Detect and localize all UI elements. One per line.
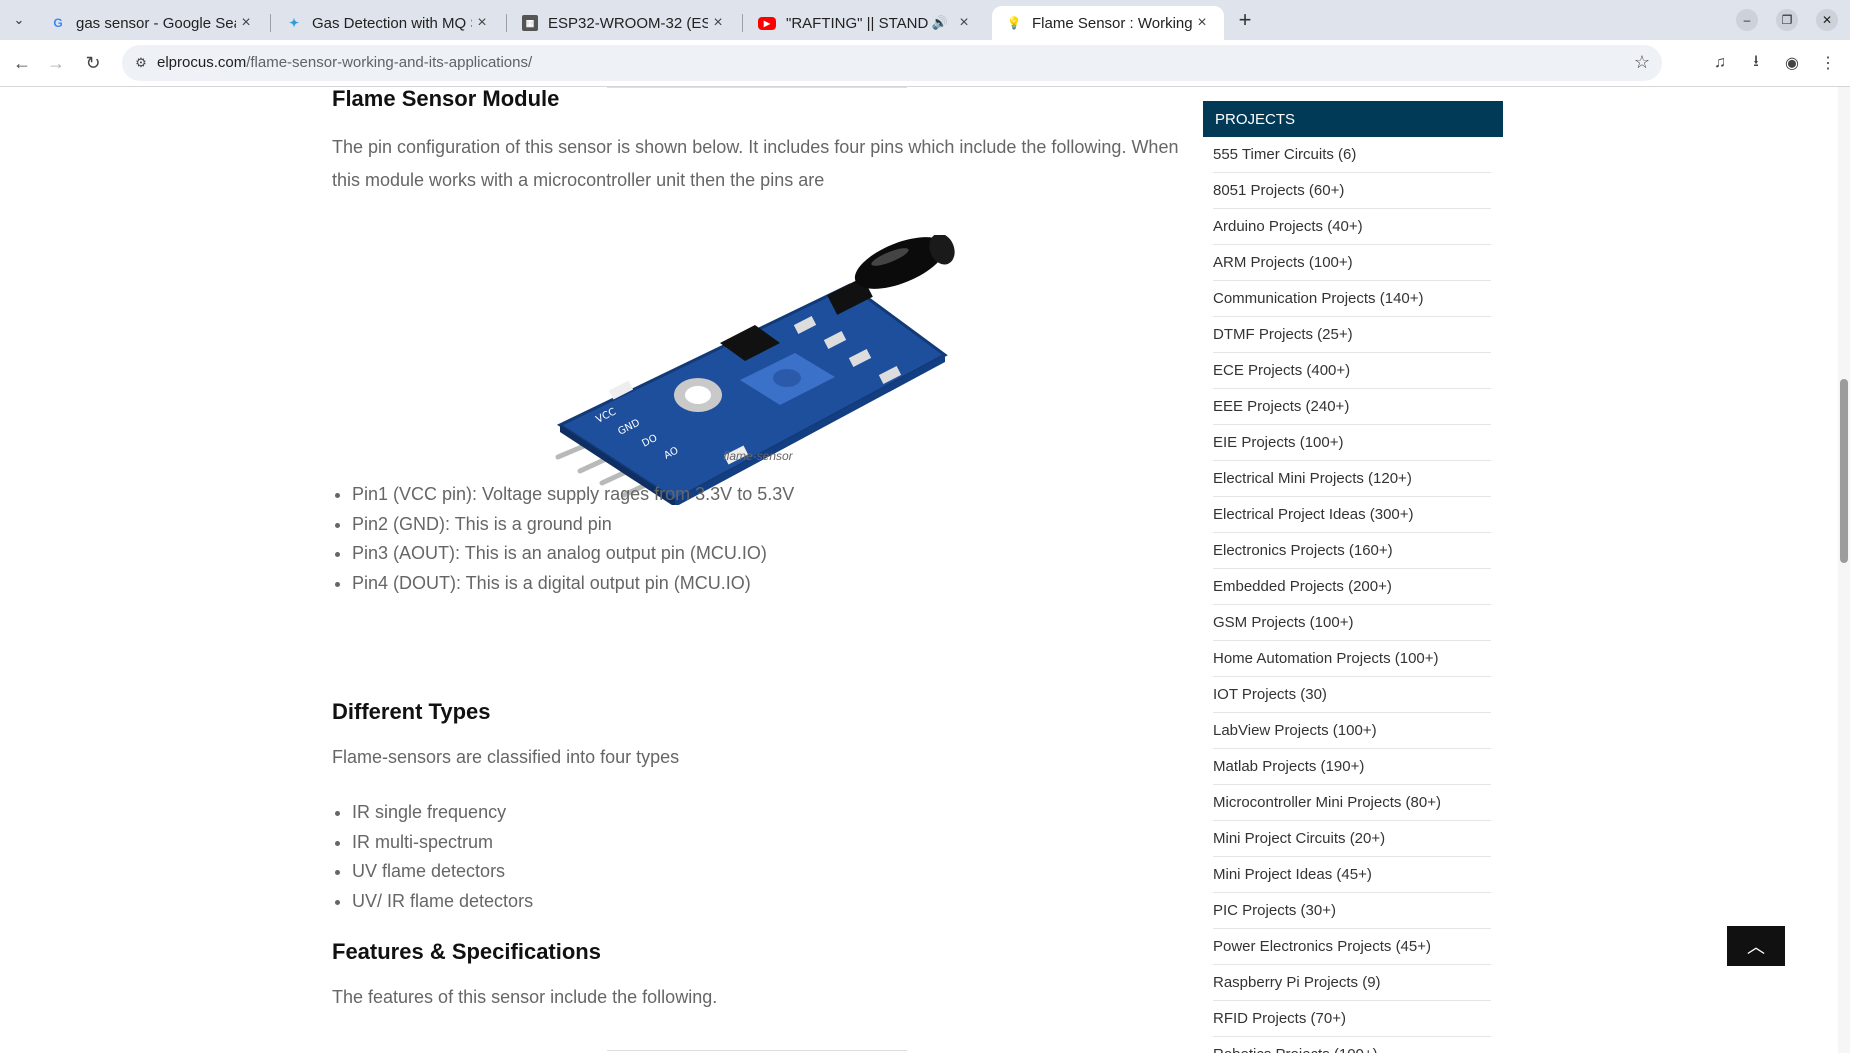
list-item: IR single frequency xyxy=(352,798,533,828)
section-heading-features: Features & Specifications xyxy=(332,939,601,964)
sidebar-link[interactable]: ECE Projects (400+) xyxy=(1213,353,1491,389)
sidebar-link[interactable]: RFID Projects (70+) xyxy=(1213,1001,1491,1037)
section-heading-flame-sensor-module: Flame Sensor Module xyxy=(332,87,560,111)
tab-title: Gas Detection with MQ S xyxy=(312,14,472,32)
tab-separator xyxy=(742,14,743,32)
tab-strip: ⌄ G gas sensor - Google Sear × ✦ Gas Det… xyxy=(0,0,1850,40)
list-item: Pin3 (AOUT): This is an analog output pi… xyxy=(352,539,794,569)
back-icon[interactable]: ← xyxy=(10,51,34,75)
address-bar[interactable]: ⚙ elprocus.com/flame-sensor-working-and-… xyxy=(122,45,1662,81)
hackster-icon: ✦ xyxy=(288,16,300,30)
sidebar-link[interactable]: Electrical Project Ideas (300+) xyxy=(1213,497,1491,533)
flame-sensor-image: VCC GND DO AO xyxy=(555,235,955,505)
sidebar-link[interactable]: Mini Project Ideas (45+) xyxy=(1213,857,1491,893)
list-item: Pin4 (DOUT): This is a digital output pi… xyxy=(352,569,794,599)
section-heading-different-types: Different Types xyxy=(332,699,491,724)
sidebar-link[interactable]: Embedded Projects (200+) xyxy=(1213,569,1491,605)
tab-youtube-rafting[interactable]: ▶ "RAFTING" || STAND U 🔊 × xyxy=(744,6,986,40)
youtube-icon: ▶ xyxy=(758,16,776,30)
tab-title: "RAFTING" || STAND U xyxy=(786,14,932,32)
sidebar-link[interactable]: Microcontroller Mini Projects (80+) xyxy=(1213,785,1491,821)
browser-toolbar: ← → ↻ ⚙ elprocus.com/flame-sensor-workin… xyxy=(0,40,1850,87)
sidebar-link[interactable]: Mini Project Circuits (20+) xyxy=(1213,821,1491,857)
list-item: Pin1 (VCC pin): Voltage supply rages fro… xyxy=(352,480,794,510)
sidebar-link[interactable]: EIE Projects (100+) xyxy=(1213,425,1491,461)
projects-sidebar: PROJECTS 555 Timer Circuits (6) 8051 Pro… xyxy=(1203,101,1503,1053)
google-icon: G xyxy=(53,16,63,30)
sidebar-link[interactable]: PIC Projects (30+) xyxy=(1213,893,1491,929)
sidebar-link[interactable]: IOT Projects (30) xyxy=(1213,677,1491,713)
sidebar-link[interactable]: Electronics Projects (160+) xyxy=(1213,533,1491,569)
speaker-icon[interactable]: 🔊 xyxy=(932,15,948,31)
back-to-top-button[interactable]: ︿ xyxy=(1727,926,1785,966)
tab-esp32[interactable]: ▦ ESP32-WROOM-32 (ESP- × xyxy=(508,6,740,40)
sidebar-link[interactable]: 8051 Projects (60+) xyxy=(1213,173,1491,209)
url-text[interactable]: elprocus.com/flame-sensor-working-and-it… xyxy=(157,54,532,71)
sidebar-link[interactable]: Matlab Projects (190+) xyxy=(1213,749,1491,785)
forward-icon[interactable]: → xyxy=(44,51,68,75)
features-paragraph: The features of this sensor include the … xyxy=(332,987,718,1007)
tab-title: ESP32-WROOM-32 (ESP- xyxy=(548,14,708,32)
scrollbar-thumb[interactable] xyxy=(1840,379,1848,563)
sidebar-link[interactable]: Home Automation Projects (100+) xyxy=(1213,641,1491,677)
projects-list: 555 Timer Circuits (6) 8051 Projects (60… xyxy=(1203,137,1503,1053)
page-scrollbar[interactable] xyxy=(1838,87,1850,1053)
new-tab-icon[interactable]: + xyxy=(1232,7,1258,32)
bookmark-star-icon[interactable]: ☆ xyxy=(1634,52,1650,73)
sidebar-heading: PROJECTS xyxy=(1203,101,1503,137)
tab-google-search[interactable]: G gas sensor - Google Sear × xyxy=(36,6,268,40)
pin-list: Pin1 (VCC pin): Voltage supply rages fro… xyxy=(332,480,794,598)
profile-icon[interactable]: ◉ xyxy=(1780,52,1804,74)
sidebar-link[interactable]: DTMF Projects (25+) xyxy=(1213,317,1491,353)
close-window-icon[interactable]: ✕ xyxy=(1816,9,1838,31)
list-item: UV flame detectors xyxy=(352,857,533,887)
image-caption: flame-sensor xyxy=(723,449,793,463)
divider xyxy=(607,1050,907,1051)
tab-title: gas sensor - Google Sear xyxy=(76,14,236,32)
types-paragraph: Flame-sensors are classified into four t… xyxy=(332,747,680,767)
sidebar-link[interactable]: Robotics Projects (100+) xyxy=(1213,1037,1491,1053)
types-list: IR single frequency IR multi-spectrum UV… xyxy=(332,798,533,916)
site-icon: ▦ xyxy=(522,15,538,31)
restore-icon[interactable]: ❐ xyxy=(1776,9,1798,31)
close-tab-icon[interactable]: × xyxy=(708,13,728,33)
tab-flame-sensor[interactable]: 💡 Flame Sensor : Working, × xyxy=(992,6,1224,40)
list-item: UV/ IR flame detectors xyxy=(352,887,533,917)
media-controls-icon[interactable]: ♫ xyxy=(1708,52,1732,74)
tab-search-chevron-icon[interactable]: ⌄ xyxy=(6,8,32,32)
sidebar-link[interactable]: Raspberry Pi Projects (9) xyxy=(1213,965,1491,1001)
sidebar-link[interactable]: 555 Timer Circuits (6) xyxy=(1213,137,1491,173)
bulb-icon: 💡 xyxy=(1006,16,1022,30)
close-tab-icon[interactable]: × xyxy=(236,13,256,33)
close-tab-icon[interactable]: × xyxy=(954,13,974,33)
close-tab-icon[interactable]: × xyxy=(472,13,492,33)
menu-kebab-icon[interactable]: ⋮ xyxy=(1816,52,1840,74)
site-info-icon[interactable]: ⚙ xyxy=(132,54,150,72)
tab-title: Flame Sensor : Working, xyxy=(1032,14,1192,32)
sidebar-link[interactable]: Power Electronics Projects (45+) xyxy=(1213,929,1491,965)
list-item: Pin2 (GND): This is a ground pin xyxy=(352,510,794,540)
sidebar-link[interactable]: Electrical Mini Projects (120+) xyxy=(1213,461,1491,497)
sidebar-link[interactable]: EEE Projects (240+) xyxy=(1213,389,1491,425)
download-icon[interactable]: ⭳ xyxy=(1744,52,1768,74)
list-item: IR multi-spectrum xyxy=(352,828,533,858)
sidebar-link[interactable]: ARM Projects (100+) xyxy=(1213,245,1491,281)
chevron-up-icon: ︿ xyxy=(1747,937,1765,957)
sidebar-link[interactable]: GSM Projects (100+) xyxy=(1213,605,1491,641)
page-viewport: Flame Sensor Module The pin configuratio… xyxy=(0,87,1838,1053)
sidebar-link[interactable]: LabView Projects (100+) xyxy=(1213,713,1491,749)
tab-separator xyxy=(506,14,507,32)
reload-icon[interactable]: ↻ xyxy=(81,51,105,75)
tab-separator xyxy=(270,14,271,32)
minimize-icon[interactable]: – xyxy=(1736,9,1758,31)
sidebar-link[interactable]: Communication Projects (140+) xyxy=(1213,281,1491,317)
pin-config-paragraph: The pin configuration of this sensor is … xyxy=(332,137,1179,190)
divider xyxy=(607,87,907,88)
tab-gas-detection[interactable]: ✦ Gas Detection with MQ S × xyxy=(272,6,504,40)
sidebar-link[interactable]: Arduino Projects (40+) xyxy=(1213,209,1491,245)
close-tab-icon[interactable]: × xyxy=(1192,13,1212,33)
